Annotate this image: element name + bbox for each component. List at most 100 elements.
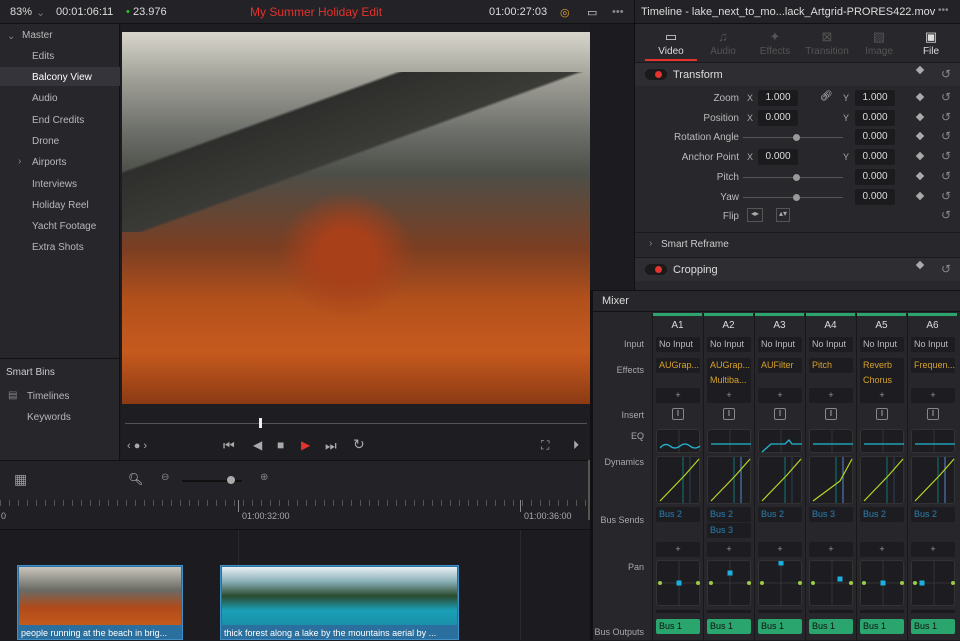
zoom-slider-knob[interactable]	[227, 476, 235, 484]
add-send-button[interactable]: +	[758, 542, 802, 557]
loop-icon[interactable]: ↻	[353, 436, 365, 453]
zoom-y-field[interactable]: 1.000	[855, 90, 895, 106]
reverse-play-icon[interactable]: ◀	[253, 438, 262, 452]
effect-slot[interactable]: Multiba...	[707, 373, 751, 388]
pan-slider[interactable]	[758, 610, 802, 613]
insert-button[interactable]: I	[876, 408, 888, 420]
stop-icon[interactable]: ■	[277, 438, 284, 452]
timeline-ruler[interactable]: 0 01:00:32:00 01:00:36:00	[0, 500, 590, 530]
zoom-out-icon[interactable]: ⊖	[161, 472, 169, 483]
dynamics-graph[interactable]	[707, 456, 751, 504]
bin-interviews[interactable]: Interviews	[32, 179, 77, 190]
match-frame-icon[interactable]: ⛶	[541, 438, 549, 453]
skip-to-start-icon[interactable]: ⏮	[223, 438, 235, 454]
keyframe-icon[interactable]	[915, 132, 925, 141]
reset-icon[interactable]: ↺	[941, 149, 951, 163]
add-send-button[interactable]: +	[860, 542, 904, 557]
add-effect-button[interactable]: +	[860, 388, 904, 403]
rotation-field[interactable]: 0.000	[855, 129, 895, 146]
zoom-magnifier-icon[interactable]: 🔍︎	[128, 472, 143, 486]
position-y-field[interactable]: 0.000	[855, 109, 895, 126]
tab-image[interactable]: ▨ Image	[853, 29, 905, 57]
pan-slider[interactable]	[860, 610, 904, 613]
color-wheel-icon[interactable]: ◎	[560, 6, 570, 19]
bus-output[interactable]: Bus 1	[809, 619, 853, 634]
input-selector[interactable]: No Input	[656, 337, 700, 352]
yaw-field[interactable]: 0.000	[855, 188, 895, 205]
add-send-button[interactable]: +	[911, 542, 955, 557]
keyframe-icon[interactable]	[915, 191, 925, 200]
insert-button[interactable]: I	[825, 408, 837, 420]
input-selector[interactable]: No Input	[707, 337, 751, 352]
reset-icon[interactable]: ↺	[941, 90, 951, 104]
eq-graph[interactable]	[860, 429, 904, 454]
bus-send[interactable]: Bus 3	[809, 507, 853, 522]
bus-output[interactable]: Bus 1	[656, 619, 700, 634]
input-selector[interactable]: No Input	[758, 337, 802, 352]
eq-graph[interactable]	[809, 429, 853, 454]
timeline-clip[interactable]: people running at the beach in brig...	[17, 565, 183, 640]
reset-icon[interactable]: ↺	[941, 67, 951, 81]
reset-icon[interactable]: ↺	[941, 189, 951, 203]
bin-extra-shots[interactable]: Extra Shots	[32, 242, 84, 253]
effect-slot[interactable]: AUGrap...	[656, 358, 700, 373]
add-effect-button[interactable]: +	[809, 388, 853, 403]
bus-output[interactable]: Bus 1	[911, 619, 955, 634]
anchor-y-field[interactable]: 0.000	[855, 149, 895, 166]
bus-send[interactable]: Bus 2	[707, 507, 751, 522]
pan-control[interactable]	[656, 560, 701, 606]
add-send-button[interactable]: +	[656, 542, 700, 557]
bin-edits[interactable]: Edits	[32, 51, 54, 62]
keyframe-icon[interactable]	[915, 112, 925, 121]
bus-send[interactable]: Bus 2	[860, 507, 904, 522]
chevron-down-icon[interactable]: ⌄	[7, 31, 15, 42]
insert-button[interactable]: I	[723, 408, 735, 420]
bin-airports[interactable]: Airports	[32, 157, 66, 168]
next-clip-icon[interactable]: ⏵	[573, 438, 579, 453]
bus-output[interactable]: Bus 1	[707, 619, 751, 634]
flip-horizontal-icon[interactable]: ◂▸	[747, 208, 763, 223]
reset-icon[interactable]: ↺	[941, 169, 951, 183]
eq-graph[interactable]	[758, 429, 802, 454]
reset-icon[interactable]: ↺	[941, 129, 951, 143]
smart-bin-keywords[interactable]: Keywords	[27, 412, 71, 423]
cropping-section-header[interactable]: Cropping ↺	[635, 257, 960, 281]
reset-icon[interactable]: ↺	[941, 262, 951, 276]
chevron-right-icon[interactable]: ›	[18, 156, 21, 167]
pan-slider[interactable]	[911, 610, 955, 613]
anchor-x-field[interactable]: 0.000	[758, 149, 798, 166]
tab-effects[interactable]: ✦ Effects	[749, 29, 801, 57]
smart-reframe-section[interactable]: › Smart Reframe	[635, 232, 960, 256]
bus-output[interactable]: Bus 1	[758, 619, 802, 634]
pan-control[interactable]	[707, 560, 752, 606]
add-effect-button[interactable]: +	[758, 388, 802, 403]
pan-slider[interactable]	[707, 610, 751, 613]
smart-bin-timelines[interactable]: Timelines	[27, 391, 69, 402]
bin-holiday-reel[interactable]: Holiday Reel	[32, 200, 89, 211]
insert-button[interactable]: I	[774, 408, 786, 420]
transform-toggle[interactable]	[645, 69, 667, 80]
add-send-button[interactable]: +	[809, 542, 853, 557]
effect-slot[interactable]: Frequen...	[911, 358, 955, 373]
tab-video[interactable]: ▭ Video	[645, 29, 697, 57]
dynamics-graph[interactable]	[911, 456, 955, 504]
timeline-clip[interactable]: thick forest along a lake by the mountai…	[220, 565, 459, 640]
bin-drone[interactable]: Drone	[32, 136, 59, 147]
insert-button[interactable]: I	[927, 408, 939, 420]
slider-knob[interactable]	[793, 193, 800, 201]
cropping-toggle[interactable]	[645, 264, 667, 275]
slider-knob[interactable]	[793, 134, 800, 142]
dynamics-graph[interactable]	[860, 456, 904, 504]
position-x-field[interactable]: 0.000	[758, 109, 798, 126]
zoom-in-icon[interactable]: ⊕	[260, 472, 268, 483]
bus-output[interactable]: Bus 1	[860, 619, 904, 634]
tab-file[interactable]: ▣ File	[905, 29, 957, 57]
eq-graph[interactable]	[911, 429, 955, 454]
bus-send[interactable]: Bus 2	[758, 507, 802, 522]
pan-control[interactable]	[809, 560, 854, 606]
reset-icon[interactable]: ↺	[941, 110, 951, 124]
inspector-more[interactable]: •••	[938, 5, 949, 16]
yaw-slider[interactable]	[743, 193, 843, 201]
input-selector[interactable]: No Input	[911, 337, 955, 352]
keyframe-icon[interactable]	[915, 65, 925, 75]
